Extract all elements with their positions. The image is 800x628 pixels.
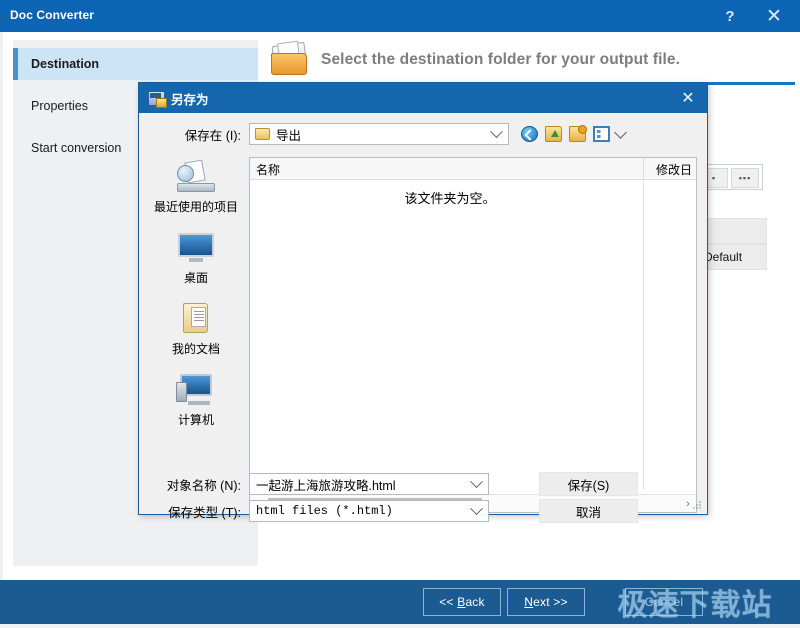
save-as-dialog: 另存为 ✕ 保存在 (I): 导出 最近使用的项目 桌面 我的文档 计算机 名称…: [138, 82, 708, 523]
view-mode-icon[interactable]: [593, 126, 610, 142]
chevron-down-icon[interactable]: [490, 125, 503, 139]
window-title: Doc Converter: [10, 8, 94, 22]
next-button-label: Next >>: [524, 595, 568, 609]
place-desktop[interactable]: 桌面: [147, 228, 245, 286]
place-label: 最近使用的项目: [153, 200, 238, 214]
wizard-footer: << Back Next >> Cancel: [0, 580, 800, 624]
save-as-icon: [148, 90, 167, 108]
column-header-date[interactable]: 修改日: [656, 161, 692, 178]
browse-button[interactable]: ▪▪▪: [731, 168, 759, 188]
computer-icon: [174, 370, 218, 408]
column-header-name[interactable]: 名称: [256, 161, 280, 178]
back-icon[interactable]: [521, 126, 538, 142]
next-button[interactable]: Next >>: [507, 588, 585, 616]
file-list[interactable]: 名称 修改日 该文件夹为空。 ‹ ›: [249, 157, 697, 513]
folder-icon: [255, 128, 270, 140]
chevron-down-icon[interactable]: [614, 125, 627, 139]
sidebar-item-label: Properties: [31, 99, 88, 113]
window-bottom-edge: [0, 624, 800, 628]
save-in-label: 保存在 (I):: [184, 128, 241, 143]
dialog-body: 保存在 (I): 导出 最近使用的项目 桌面 我的文档 计算机 名称 修改日 该…: [139, 113, 707, 523]
back-button[interactable]: << Back: [423, 588, 501, 616]
my-documents-icon: [174, 299, 218, 337]
window-titlebar: Doc Converter ? ✕: [0, 0, 800, 32]
new-folder-icon[interactable]: [569, 125, 587, 142]
file-list-header: 名称 修改日: [250, 158, 696, 180]
column-divider: [643, 158, 644, 179]
place-recent-items[interactable]: 最近使用的项目: [147, 157, 245, 215]
dialog-save-button[interactable]: 保存(S): [539, 472, 638, 496]
resize-grip[interactable]: [692, 500, 703, 511]
file-name-input[interactable]: 一起游上海旅游攻略.html: [249, 473, 489, 495]
place-computer[interactable]: 计算机: [147, 370, 245, 428]
save-in-row: 保存在 (I): 导出: [139, 119, 707, 149]
save-in-combobox[interactable]: 导出: [249, 123, 509, 145]
dialog-cancel-button[interactable]: 取消: [539, 499, 638, 523]
page-title: Select the destination folder for your o…: [321, 51, 681, 68]
chevron-down-icon[interactable]: [470, 502, 483, 516]
empty-folder-message: 该文件夹为空。: [404, 191, 496, 206]
column-divider: [643, 180, 644, 490]
sidebar-item-label: Destination: [31, 57, 100, 71]
content-header: Select the destination folder for your o…: [261, 38, 795, 82]
file-name-value: 一起游上海旅游攻略.html: [256, 478, 396, 493]
dialog-close-icon[interactable]: ✕: [675, 87, 701, 109]
desktop-icon: [174, 228, 218, 266]
file-type-value: html files (*.html): [256, 504, 393, 518]
file-type-label: 保存类型 (T):: [168, 505, 241, 520]
file-name-label: 对象名称 (N):: [166, 478, 241, 493]
sidebar-item-destination[interactable]: Destination: [13, 48, 258, 80]
help-icon[interactable]: ?: [708, 0, 752, 32]
up-folder-icon[interactable]: [545, 126, 562, 142]
place-label: 我的文档: [171, 342, 220, 356]
folder-icon: [269, 40, 313, 79]
dialog-title: 另存为: [171, 92, 209, 107]
back-button-label: << Back: [439, 595, 485, 609]
place-label: 计算机: [177, 413, 214, 427]
place-my-documents[interactable]: 我的文档: [147, 299, 245, 357]
close-icon[interactable]: ✕: [752, 0, 796, 32]
dialog-toolbar: [521, 125, 627, 142]
cancel-button[interactable]: Cancel: [625, 588, 703, 616]
chevron-down-icon[interactable]: [470, 475, 483, 489]
recent-items-icon: [174, 157, 218, 195]
place-label: 桌面: [183, 271, 208, 285]
save-in-value: 导出: [276, 128, 302, 143]
application-window: Doc Converter ? ✕ Destination Properties…: [0, 0, 800, 628]
dialog-titlebar: 另存为 ✕: [139, 83, 707, 113]
places-bar: 最近使用的项目 桌面 我的文档 计算机: [147, 157, 245, 467]
file-type-select[interactable]: html files (*.html): [249, 500, 489, 522]
sidebar-item-label: Start conversion: [31, 141, 122, 155]
